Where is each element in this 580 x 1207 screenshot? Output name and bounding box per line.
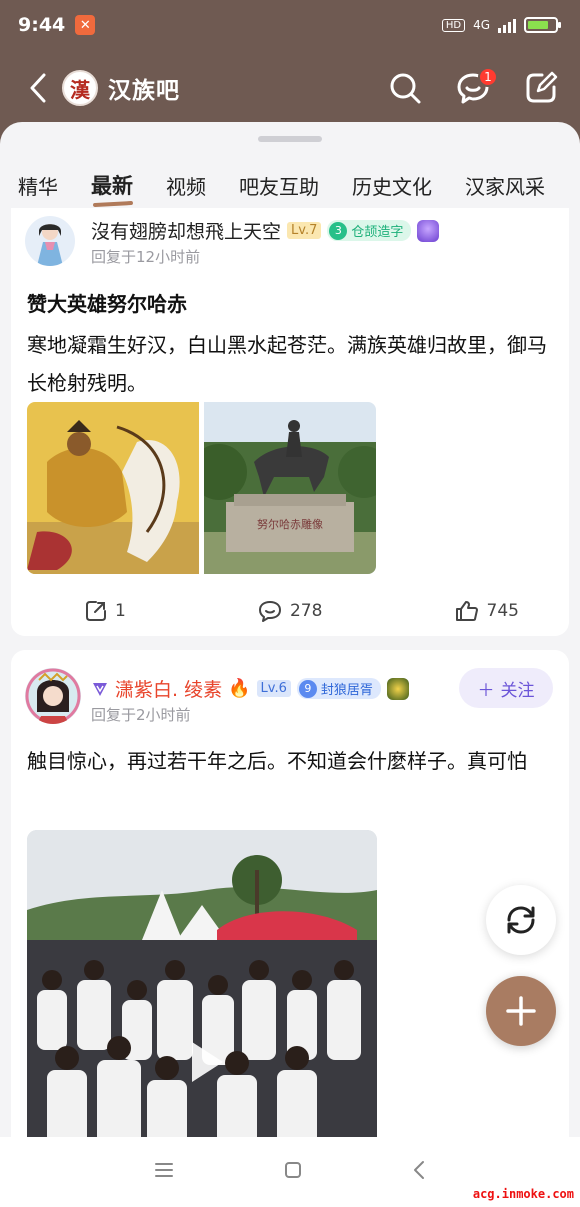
- share-icon: [86, 601, 106, 621]
- share-count: 1: [115, 601, 126, 621]
- refresh-button[interactable]: [486, 885, 556, 955]
- watermark: acg.inmoke.com: [472, 1187, 574, 1201]
- follow-label: 关注: [500, 680, 535, 701]
- menu-icon: [155, 1163, 174, 1177]
- post-video[interactable]: [27, 830, 377, 1137]
- level-badge: Lv.7: [287, 222, 322, 239]
- tab-han-style[interactable]: 汉家风采: [465, 171, 545, 200]
- network-label: 4G: [473, 18, 490, 32]
- username[interactable]: 潇紫白. 绫素: [115, 675, 222, 702]
- tab-video[interactable]: 视频: [166, 171, 206, 200]
- badge-number: 9: [298, 679, 317, 698]
- signal-icon: [498, 17, 516, 33]
- plus-icon: [506, 996, 536, 1026]
- badge-text: 封狼居胥: [320, 683, 373, 698]
- edit-icon: [526, 71, 558, 103]
- avatar[interactable]: [25, 216, 75, 266]
- forum-logo: 漢: [70, 77, 90, 102]
- top-nav: 漢 汉族吧 1: [0, 58, 580, 118]
- messages-button[interactable]: 1: [454, 67, 498, 107]
- post-card[interactable]: 沒有翅膀却想飛上天空 Lv.7 3 仓颉造字 回复于12小时前 赞大英雄努尔哈赤…: [11, 208, 569, 636]
- badge-number: 3: [329, 221, 348, 240]
- level-badge: Lv.6: [256, 680, 291, 697]
- hd-icon: HD: [441, 18, 466, 32]
- vip-icon: [93, 682, 107, 696]
- post-card[interactable]: 潇紫白. 绫素 🔥 Lv.6 9 封狼居胥 回复于2小时前 ＋ 关注 触目惊心，…: [11, 650, 569, 1137]
- like-button[interactable]: 745: [455, 600, 519, 622]
- status-time: 9:44: [18, 14, 66, 36]
- search-button[interactable]: [386, 69, 424, 107]
- painting-image: [27, 402, 199, 574]
- message-count-badge: 1: [478, 67, 498, 87]
- post-image[interactable]: 努尔哈赤雕像: [204, 402, 376, 574]
- badge-text: 仓颉造字: [351, 225, 404, 240]
- system-back-button[interactable]: [412, 1160, 426, 1184]
- forum-avatar[interactable]: 漢: [62, 70, 98, 106]
- battery-icon: [524, 17, 561, 33]
- home-button[interactable]: [283, 1160, 303, 1184]
- status-bar: 9:44 ✕ HD 4G: [0, 0, 580, 50]
- back-arrow-icon: [30, 73, 46, 103]
- like-count: 745: [486, 601, 519, 621]
- post-title[interactable]: 赞大英雄努尔哈赤: [27, 288, 187, 317]
- content-sheet: 精华 最新 视频 吧友互助 历史文化 汉家风采 沒有翅膀却想飛上天空 Lv.7: [0, 122, 580, 1137]
- thumbs-up-icon: [455, 601, 478, 621]
- tab-history-culture[interactable]: 历史文化: [352, 171, 432, 200]
- medal-icon: [386, 677, 409, 700]
- search-icon: [390, 73, 421, 104]
- back-chevron-icon: [413, 1161, 424, 1179]
- comment-button[interactable]: 278: [258, 600, 322, 622]
- fire-icon: 🔥: [228, 678, 251, 699]
- tab-mutual-help[interactable]: 吧友互助: [239, 171, 319, 200]
- comment-count: 278: [289, 601, 323, 621]
- home-square-icon: [284, 1162, 301, 1178]
- plus-icon: ＋: [477, 680, 495, 701]
- post-actions: 1 278 745: [11, 600, 569, 622]
- tab-featured[interactable]: 精华: [18, 171, 58, 200]
- title-badge: 3 仓颉造字: [327, 220, 412, 241]
- forum-name[interactable]: 汉族吧: [108, 71, 180, 105]
- compose-button[interactable]: [522, 69, 560, 107]
- medal-icon: [417, 219, 440, 242]
- title-badge: 9 封狼居胥: [296, 678, 381, 699]
- comment-icon: [258, 601, 281, 622]
- refresh-icon: [507, 906, 535, 934]
- back-button[interactable]: [20, 68, 56, 108]
- video-thumbnail: [27, 830, 377, 1137]
- menu-button[interactable]: [154, 1161, 174, 1183]
- post-body[interactable]: 触目惊心，再过若干年之后。不知道会什麼样子。真可怕: [27, 742, 557, 780]
- avatar[interactable]: [25, 668, 81, 724]
- new-post-button[interactable]: [486, 976, 556, 1046]
- tab-bar: 精华 最新 视频 吧友互助 历史文化 汉家风采: [0, 162, 580, 208]
- follow-button[interactable]: ＋ 关注: [459, 668, 553, 708]
- reply-time: 回复于2小时前: [91, 706, 191, 724]
- share-button[interactable]: 1: [85, 600, 126, 622]
- post-body[interactable]: 寒地凝霜生好汉，白山黑水起苍茫。满族英雄归故里，御马长枪射残明。: [27, 326, 557, 402]
- post-image[interactable]: [27, 402, 199, 574]
- statue-photo: 努尔哈赤雕像: [204, 402, 376, 574]
- statue-inscription: 努尔哈赤雕像: [257, 517, 323, 531]
- tab-latest[interactable]: 最新: [91, 170, 133, 200]
- reply-time: 回复于12小时前: [91, 248, 201, 266]
- app-notification-icon: ✕: [75, 15, 96, 35]
- username[interactable]: 沒有翅膀却想飛上天空: [91, 217, 281, 244]
- sheet-drag-handle[interactable]: [258, 136, 322, 142]
